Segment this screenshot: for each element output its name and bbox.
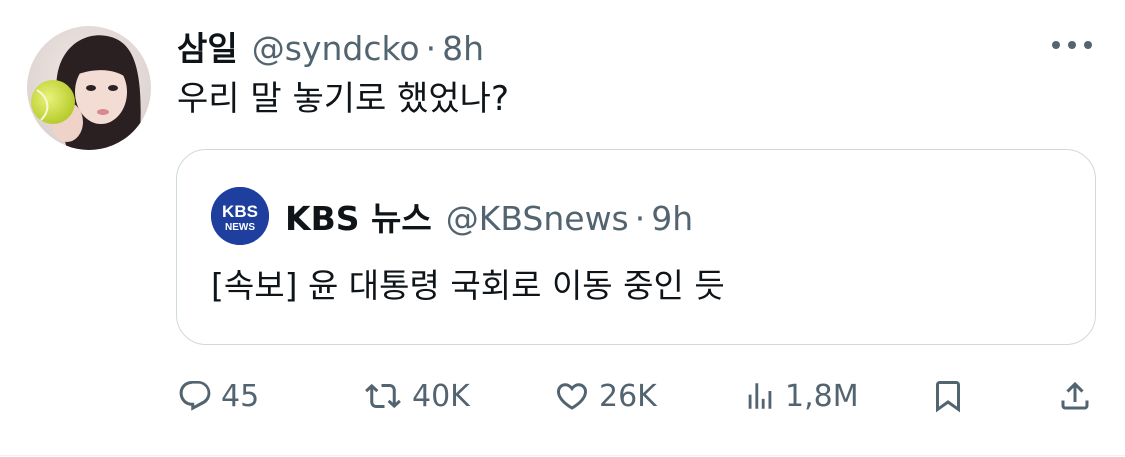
tweet-text: 우리 말 놓기로 했었나?: [177, 79, 509, 119]
like-count: 26K: [599, 378, 657, 414]
bookmark-icon: [936, 381, 960, 413]
svg-text:NEWS: NEWS: [225, 222, 255, 233]
more-options-button[interactable]: [1050, 36, 1094, 54]
reply-icon: [179, 381, 211, 411]
views-count: 1,8M: [785, 378, 859, 414]
quote-header: KBS 뉴스 @KBSnews · 9h: [285, 192, 693, 238]
avatar[interactable]: [27, 26, 151, 150]
quote-timestamp[interactable]: 9h: [651, 199, 693, 238]
reply-count: 45: [221, 378, 260, 414]
reply-button[interactable]: 45: [177, 372, 259, 420]
views-button[interactable]: 1,8M: [743, 372, 859, 420]
tweet-header: 삼일 @syndcko · 8h: [177, 22, 484, 68]
share-button[interactable]: [1057, 372, 1093, 420]
more-icon: [1052, 41, 1092, 49]
avatar-image: [27, 26, 151, 150]
user-handle[interactable]: @syndcko: [252, 29, 420, 68]
like-icon: [556, 383, 588, 410]
retweet-button[interactable]: 40K: [362, 372, 470, 420]
separator-dot: ·: [425, 29, 437, 68]
quoted-tweet[interactable]: KBS NEWS KBS 뉴스 @KBSnews · 9h [속보] 윤 대통령…: [176, 149, 1096, 345]
retweet-icon: [365, 383, 401, 409]
quote-separator-dot: ·: [634, 199, 646, 238]
retweet-count: 40K: [412, 378, 470, 414]
quote-avatar[interactable]: KBS NEWS: [211, 187, 269, 245]
timestamp[interactable]: 8h: [442, 29, 484, 68]
tweet: 삼일 @syndcko · 8h 우리 말 놓기로 했었나? KBS NEWS …: [0, 0, 1125, 457]
like-button[interactable]: 26K: [553, 372, 657, 420]
kbs-news-logo: KBS NEWS: [211, 187, 269, 245]
svg-text:KBS: KBS: [222, 202, 258, 221]
display-name[interactable]: 삼일: [177, 22, 238, 70]
share-icon: [1061, 381, 1089, 410]
quote-display-name[interactable]: KBS 뉴스: [285, 192, 432, 240]
bookmark-button[interactable]: [930, 372, 966, 420]
quote-text: [속보] 윤 대통령 국회로 이동 중인 듯: [211, 266, 725, 305]
quote-user-handle[interactable]: @KBSnews: [446, 199, 629, 238]
divider: [0, 455, 1125, 456]
views-icon: [748, 383, 772, 409]
